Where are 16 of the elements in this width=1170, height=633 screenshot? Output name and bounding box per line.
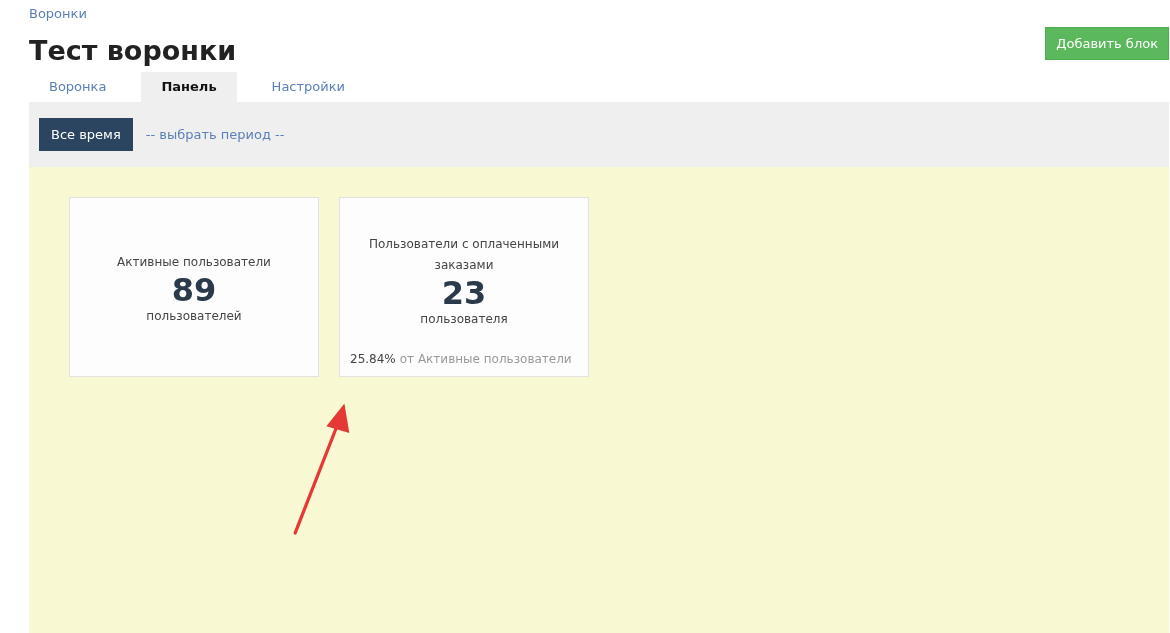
card-title: Активные пользователи: [117, 253, 271, 271]
all-time-button[interactable]: Все время: [39, 118, 133, 151]
metric-value: 23: [441, 276, 487, 310]
period-link[interactable]: -- выбрать период --: [145, 127, 285, 142]
add-block-button[interactable]: Добавить блок: [1045, 27, 1169, 60]
tab[interactable]: Панель: [141, 72, 237, 102]
metric-unit: пользователей: [146, 308, 242, 323]
page-title: Тест воронки: [29, 35, 237, 66]
card-title: Пользователи с оплаченными заказами: [368, 236, 560, 274]
metric-value: 89: [171, 272, 217, 307]
tab[interactable]: Воронка: [29, 72, 127, 102]
percent-caption: от Активные пользователи: [399, 352, 572, 366]
metric-unit: пользователя: [420, 312, 508, 326]
percent-value: 25.84%: [350, 352, 396, 366]
tab[interactable]: Настройки: [251, 72, 366, 102]
breadcrumb-link[interactable]: Воронки: [29, 6, 87, 21]
